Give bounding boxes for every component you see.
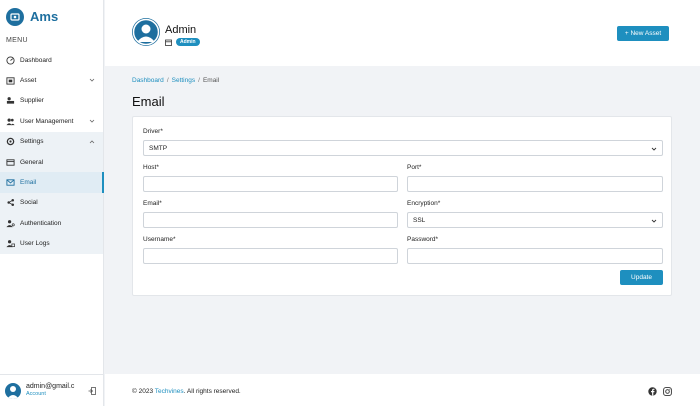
avatar [5, 382, 21, 399]
username-input[interactable] [149, 252, 392, 260]
encryption-select-value: SSL [413, 216, 426, 224]
sidebar-item-supplier[interactable]: Supplier [0, 91, 103, 111]
email-input[interactable] [149, 216, 392, 224]
sidebar-item-label: Social [20, 199, 38, 207]
account-link[interactable]: Account [26, 391, 74, 398]
email-settings-form: Driver* SMTP Host* Port* Email* Encrypti… [132, 116, 672, 296]
password-label: Password* [407, 236, 439, 243]
dashboard-icon [6, 56, 15, 65]
company-link[interactable]: Techvines [155, 388, 184, 395]
driver-select[interactable]: SMTP [143, 140, 663, 156]
brand[interactable]: Ams [0, 0, 103, 28]
app-logo-icon [6, 7, 24, 26]
page-title: Email [132, 94, 165, 109]
sidebar-item-general[interactable]: General [0, 152, 103, 172]
sidebar-item-label: User Management [20, 117, 74, 125]
host-field[interactable] [143, 176, 398, 192]
supplier-icon [6, 96, 15, 105]
account-email: admin@gmail.c [26, 383, 75, 390]
sidebar-item-label: Supplier [20, 97, 44, 105]
port-field[interactable] [407, 176, 663, 192]
facebook-icon[interactable] [648, 387, 657, 396]
user-name: Admin [165, 24, 197, 36]
password-field[interactable] [407, 248, 663, 264]
top-header: Admin Admin + New Asset [105, 0, 700, 66]
port-input[interactable] [413, 180, 657, 188]
sidebar-item-label: Asset [20, 77, 37, 85]
copyright-prefix: © 2023 [132, 388, 155, 395]
host-input[interactable] [149, 180, 392, 188]
sidebar-item-label: General [20, 158, 44, 166]
settings-submenu: General Email Social Authentication User… [0, 151, 104, 254]
username-label: Username* [143, 236, 176, 243]
avatar[interactable] [132, 18, 160, 46]
encryption-label: Encryption* [407, 200, 441, 207]
sidebar-item-social[interactable]: Social [0, 193, 103, 213]
sidebar-item-settings[interactable]: Settings [0, 131, 103, 152]
account-info: admin@gmail.c Account [26, 383, 74, 398]
gear-icon [6, 137, 15, 146]
sidebar-item-label: Settings [20, 138, 44, 146]
chevron-down-icon [89, 79, 95, 82]
breadcrumb-dashboard[interactable]: Dashboard [132, 77, 164, 84]
copyright: © 2023 Techvines. All rights reserved. [132, 388, 241, 395]
breadcrumb: Dashboard / Settings / Email [132, 77, 219, 84]
email-label: Email* [143, 200, 162, 207]
copyright-suffix: . All rights reserved. [183, 388, 241, 395]
update-button[interactable]: Update [620, 270, 663, 285]
sidebar-item-dashboard[interactable]: Dashboard [0, 50, 103, 70]
username-field[interactable] [143, 248, 398, 264]
chevron-down-icon [651, 219, 657, 223]
user-logs-icon [6, 239, 15, 248]
app-name: Ams [30, 9, 59, 24]
sidebar: Ams MENU Dashboard Asset Supplier User M… [0, 0, 104, 406]
breadcrumb-separator: / [166, 77, 169, 84]
instagram-icon[interactable] [663, 387, 672, 396]
driver-select-value: SMTP [149, 144, 168, 152]
driver-label: Driver* [143, 128, 163, 135]
sidebar-item-label: User Logs [20, 240, 50, 248]
host-label: Host* [143, 164, 159, 171]
chevron-down-icon [651, 147, 657, 151]
password-input[interactable] [413, 252, 657, 260]
page-footer: © 2023 Techvines. All rights reserved. [105, 374, 700, 406]
breadcrumb-settings[interactable]: Settings [172, 77, 196, 84]
sidebar-item-user-management[interactable]: User Management [0, 111, 103, 131]
users-icon [6, 117, 15, 126]
chevron-up-icon [89, 139, 95, 143]
role-row: Admin [165, 38, 200, 46]
sidebar-item-authentication[interactable]: Authentication [0, 213, 103, 233]
sidebar-item-label: Authentication [20, 219, 62, 227]
port-label: Port* [407, 164, 422, 171]
breadcrumb-separator: / [198, 77, 200, 84]
sidebar-item-label: Email [20, 179, 37, 187]
chevron-down-icon [89, 119, 95, 123]
general-icon [6, 158, 15, 167]
sidebar-item-asset[interactable]: Asset [0, 70, 103, 90]
role-badge: Admin [176, 38, 200, 46]
social-icon [6, 198, 15, 207]
menu-label: MENU [6, 37, 28, 44]
asset-icon [6, 76, 15, 85]
authentication-icon [6, 219, 15, 228]
email-field[interactable] [143, 212, 398, 228]
email-icon [6, 178, 15, 187]
new-asset-button[interactable]: + New Asset [617, 26, 669, 41]
sidebar-item-user-logs[interactable]: User Logs [0, 234, 103, 254]
logout-icon[interactable] [88, 387, 96, 395]
sidebar-item-label: Dashboard [20, 56, 52, 64]
sidebar-item-email[interactable]: Email [0, 172, 104, 194]
encryption-select[interactable]: SSL [407, 212, 663, 228]
sidebar-account[interactable]: admin@gmail.c Account [0, 374, 104, 406]
calendar-icon [165, 39, 172, 46]
breadcrumb-current: Email [202, 77, 220, 84]
